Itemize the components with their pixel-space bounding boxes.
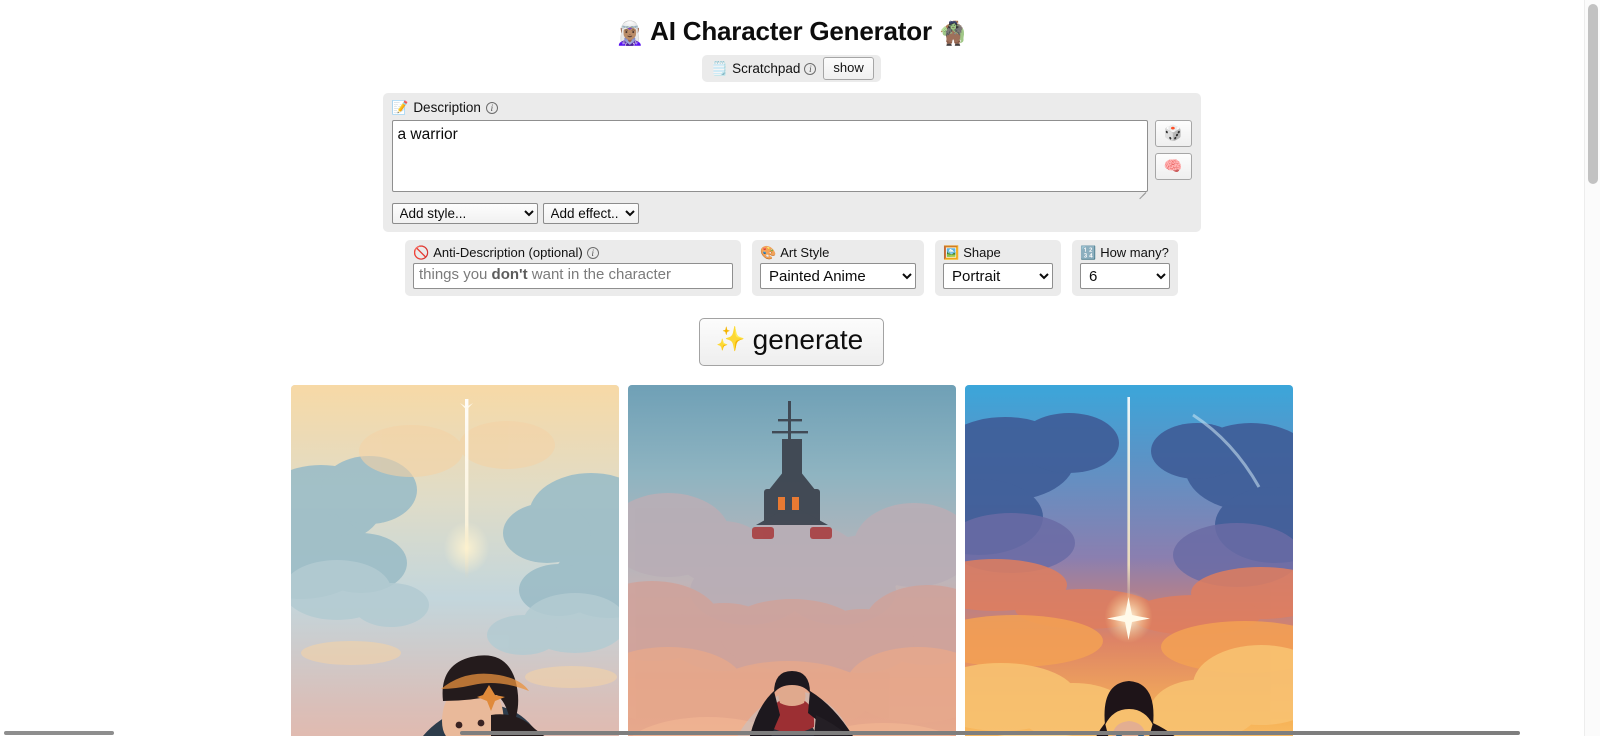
result-artwork-1	[290, 385, 619, 736]
horizontal-scrollbar-right[interactable]	[460, 731, 1520, 735]
generate-section: ✨ generate	[0, 318, 1583, 366]
anti-description-box: 🚫 Anti-Description (optional) i things y…	[405, 240, 741, 296]
scratchpad-label: 🗒️ Scratchpad i	[711, 60, 817, 77]
art-style-box: 🎨 Art Style Painted Anime	[752, 240, 924, 296]
description-modifier-selects: Add style... Add effect...	[391, 203, 1192, 224]
how-many-label-text: How many?	[1100, 245, 1169, 260]
art-style-select[interactable]: Painted Anime	[760, 263, 916, 289]
page-title-text: AI Character Generator	[650, 16, 932, 46]
options-row: 🚫 Anti-Description (optional) i things y…	[0, 240, 1583, 296]
add-effect-select[interactable]: Add effect...	[542, 203, 639, 224]
spiral-notepad-icon: 🗒️	[711, 60, 729, 76]
result-artwork-2	[627, 385, 956, 736]
dice-icon-button[interactable]: 🎲	[1154, 120, 1192, 147]
scratchpad-show-button[interactable]: show	[823, 57, 874, 80]
description-input[interactable]: a warrior	[391, 120, 1148, 192]
app-page: 🧝🏽‍♀️ AI Character Generator 🧌 🗒️ Scratc…	[0, 0, 1600, 736]
anti-description-input[interactable]	[413, 263, 733, 289]
description-info-icon[interactable]: i	[485, 101, 498, 114]
how-many-box: 🔢 How many? 6	[1072, 240, 1178, 296]
troll-emoji-icon: 🧌	[938, 20, 968, 46]
elf-emoji-icon: 🧝🏽‍♀️	[615, 20, 645, 46]
scratchpad-section: 🗒️ Scratchpad i show	[0, 55, 1583, 82]
add-style-select[interactable]: Add style...	[391, 203, 538, 224]
description-panel: 📝 Description i a warrior 🎲 🧠 Add style.…	[382, 93, 1201, 232]
anti-description-input-wrap: things you don't want in the character	[413, 263, 733, 289]
art-style-label-text: Art Style	[780, 245, 830, 260]
anti-description-info-icon[interactable]: i	[586, 246, 599, 259]
description-label: 📝 Description i	[392, 100, 1192, 115]
page-content: 🧝🏽‍♀️ AI Character Generator 🧌 🗒️ Scratc…	[0, 8, 1583, 736]
vertical-scrollbar[interactable]	[1584, 0, 1600, 736]
description-side-buttons: 🎲 🧠	[1154, 120, 1192, 180]
scratchpad-box: 🗒️ Scratchpad i show	[702, 55, 881, 82]
scratchpad-info-icon[interactable]: i	[804, 62, 817, 75]
results-gallery	[0, 385, 1583, 736]
result-artwork-3	[964, 385, 1293, 736]
shape-label: 🖼️ Shape	[943, 245, 1053, 260]
anti-description-label: 🚫 Anti-Description (optional) i	[413, 245, 733, 260]
brain-icon-button[interactable]: 🧠	[1154, 153, 1192, 180]
memo-icon: 📝	[391, 100, 409, 115]
how-many-select[interactable]: 6	[1080, 263, 1170, 289]
result-image-1[interactable]	[290, 385, 619, 736]
result-image-2[interactable]	[627, 385, 956, 736]
scratchpad-label-text: Scratchpad	[732, 61, 801, 76]
sparkles-icon: ✨	[715, 326, 746, 353]
result-image-3[interactable]	[964, 385, 1293, 736]
generate-button-label: generate	[752, 324, 864, 355]
art-style-label: 🎨 Art Style	[760, 245, 916, 260]
input-numbers-icon: 🔢	[1080, 245, 1097, 260]
artist-palette-icon: 🎨	[760, 245, 777, 260]
prohibited-icon: 🚫	[413, 245, 430, 260]
shape-select[interactable]: Portrait	[943, 263, 1053, 289]
how-many-label: 🔢 How many?	[1080, 245, 1170, 260]
description-textarea-holder: a warrior	[391, 120, 1148, 200]
horizontal-scrollbar-left[interactable]	[4, 731, 114, 735]
description-row: a warrior 🎲 🧠	[391, 120, 1192, 200]
vertical-scrollbar-thumb[interactable]	[1588, 4, 1598, 184]
shape-box: 🖼️ Shape Portrait	[935, 240, 1061, 296]
description-label-text: Description	[413, 100, 481, 115]
generate-button[interactable]: ✨ generate	[698, 318, 885, 366]
anti-description-label-text: Anti-Description (optional)	[433, 245, 583, 260]
page-title: 🧝🏽‍♀️ AI Character Generator 🧌	[0, 8, 1583, 49]
framed-picture-icon: 🖼️	[943, 245, 960, 260]
shape-label-text: Shape	[963, 245, 1001, 260]
